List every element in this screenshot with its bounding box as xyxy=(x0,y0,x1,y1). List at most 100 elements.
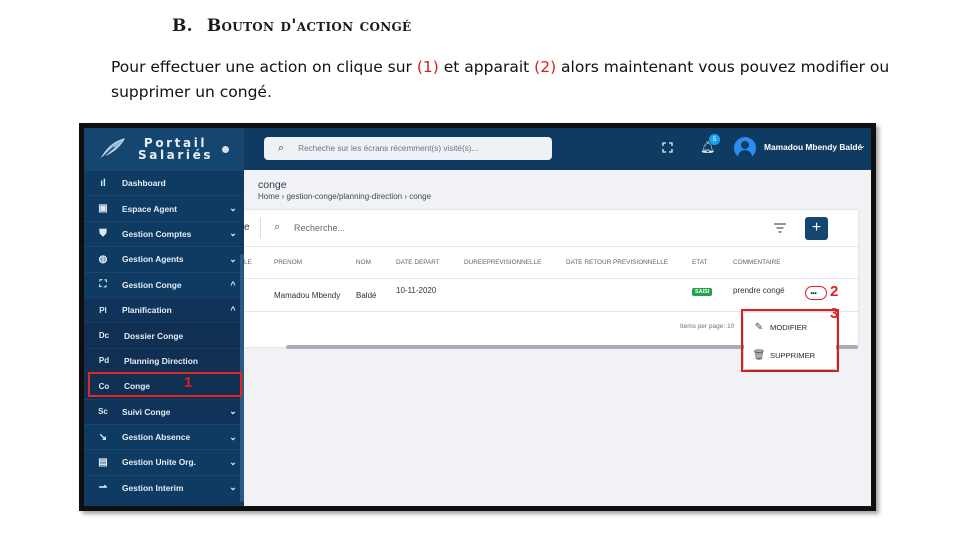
fullscreen-icon[interactable] xyxy=(662,142,673,153)
chevron-down-icon[interactable]: ⌄ xyxy=(859,141,866,150)
section-title: Bouton d'action congé xyxy=(206,16,412,36)
feather-icon xyxy=(100,138,126,160)
sidebar-item-espace-agent[interactable]: ▣ Espace Agent ⌄ xyxy=(84,195,244,220)
expand-icon: ⛶ xyxy=(99,279,107,291)
sidebar-item-label: Dashboard xyxy=(122,178,166,189)
planning-abbr: Pd xyxy=(98,356,110,366)
toolbar-edge-text: e xyxy=(244,222,250,233)
row-action-menu: ✎ MODIFIER 🗑 SUPPRIMER xyxy=(744,313,836,369)
breadcrumb-home[interactable]: Home xyxy=(258,192,279,201)
sidebar-item-suivi-conge[interactable]: Sc Suivi Conge ⌄ xyxy=(84,398,244,424)
sidebar-item-label: Gestion Conge xyxy=(122,279,182,290)
building-icon: ▤ xyxy=(98,456,108,468)
brand-line-2: Salariés xyxy=(138,148,214,162)
sidebar-item-gestion-absence[interactable]: ↘ Gestion Absence ⌄ xyxy=(84,423,244,449)
sidebar-item-dashboard[interactable]: ıl Dashboard xyxy=(84,170,244,195)
global-search-input[interactable]: ⌕ Recheche sur les écrans récemment(s) v… xyxy=(264,137,552,160)
callout-label-3: 3 xyxy=(830,305,839,322)
sidebar-item-gestion-comptes[interactable]: ⛊ Gestion Comptes ⌄ xyxy=(84,220,244,246)
cell-commentaire: prendre congé xyxy=(733,286,785,295)
brand-title: Portail Salariés xyxy=(138,137,213,161)
trend-down-icon: ↘ xyxy=(98,431,108,443)
sidebar-item-gestion-conge[interactable]: ⛶ Gestion Conge ^ xyxy=(84,271,244,297)
face-icon: ◍ xyxy=(98,253,108,265)
bar-chart-icon: ıl xyxy=(100,177,106,189)
sidebar-item-label: Espace Agent xyxy=(122,203,178,214)
table-search-input[interactable]: Recherche... xyxy=(294,223,345,233)
chevron-down-icon: ⌄ xyxy=(229,203,237,214)
sidebar-item-label: Suivi Conge xyxy=(122,406,171,417)
callout-label-2: 2 xyxy=(830,283,839,300)
cell-date-depart: 10-11-2020 xyxy=(396,286,437,295)
intro-ref-2: (2) xyxy=(534,58,557,76)
sidebar-item-label: Planning Direction xyxy=(124,355,198,366)
top-bar: ⌕ Recheche sur les écrans récemment(s) v… xyxy=(244,128,871,170)
avatar-body xyxy=(738,150,752,159)
suivi-abbr: Sc xyxy=(98,407,108,417)
sidebar-item-label: Gestion Comptes xyxy=(122,228,192,239)
sidebar-item-gestion-interim[interactable]: ⇀ Gestion Interim ⌄ xyxy=(84,474,244,500)
menu-item-modifier[interactable]: ✎ MODIFIER xyxy=(744,313,836,341)
menu-item-label: MODIFIER xyxy=(770,322,808,332)
intro-text-1: Pour effectuer une action on clique sur xyxy=(111,58,417,76)
menu-item-label: SUPPRIMER xyxy=(770,350,816,360)
column-header-date-depart[interactable]: DATE DEPART xyxy=(396,259,440,266)
id-card-icon: ▣ xyxy=(98,203,108,215)
sidebar-item-gestion-unite-org[interactable]: ▤ Gestion Unite Org. ⌄ xyxy=(84,449,244,474)
toolbar-divider xyxy=(260,218,261,238)
trash-icon: 🗑 xyxy=(752,349,766,361)
user-name[interactable]: Mamadou Mbendy Baldé xyxy=(764,142,862,152)
search-icon: ⌕ xyxy=(278,142,285,154)
sidebar-item-dossier-conge[interactable]: Dc Dossier Conge xyxy=(84,322,244,348)
sidebar-toggle-dot[interactable] xyxy=(222,146,229,153)
breadcrumb-planning[interactable]: gestion-conge/planning-direction xyxy=(286,192,402,201)
sidebar-item-planification[interactable]: Pl Planification ^ xyxy=(84,296,244,323)
planification-abbr: Pl xyxy=(99,305,107,315)
column-header-commentaire[interactable]: COMMENTAIRE xyxy=(733,259,780,266)
cell-prenom: Mamadou Mbendy xyxy=(274,291,341,300)
chevron-down-icon: ⌄ xyxy=(229,228,237,239)
swap-icon: ⇀ xyxy=(98,482,108,494)
status-badge: SAISI xyxy=(692,288,713,296)
column-header-date-retour[interactable]: DATE RETOUR PREVISIONNELLE xyxy=(566,259,668,266)
sidebar-item-planning-direction[interactable]: Pd Planning Direction xyxy=(84,347,244,374)
sidebar-item-gestion-agents[interactable]: ◍ Gestion Agents ⌄ xyxy=(84,246,244,271)
dossier-abbr: Dc xyxy=(98,331,110,341)
brand-header[interactable]: Portail Salariés xyxy=(84,128,244,170)
sidebar-item-label: Gestion Agents xyxy=(122,254,184,265)
sidebar-item-label: Gestion Interim xyxy=(122,482,184,493)
column-header-prenom[interactable]: PRENOM xyxy=(274,259,302,266)
avatar[interactable] xyxy=(734,137,756,159)
add-button[interactable]: + xyxy=(805,217,828,240)
page-title: conge xyxy=(258,179,287,191)
column-header[interactable]: LE xyxy=(244,259,252,266)
cell-nom: Baldé xyxy=(356,291,377,300)
notification-badge: 5 xyxy=(709,134,720,145)
table-toolbar: e ⌕ Recherche... + xyxy=(244,210,858,247)
sidebar: Portail Salariés ıl Dashboard ▣ Espace A… xyxy=(84,128,244,506)
table-row[interactable]: Mamadou Mbendy Baldé 10-11-2020 SAISI pr… xyxy=(244,279,858,312)
sidebar-item-label: Dossier Conge xyxy=(124,330,184,341)
callout-label-1: 1 xyxy=(184,374,193,391)
sidebar-item-label: Gestion Absence xyxy=(122,432,191,443)
table-header: LE PRENOM NOM DATE DEPART DUREEPREVISION… xyxy=(244,247,858,279)
pencil-icon: ✎ xyxy=(754,321,764,333)
filter-icon[interactable] xyxy=(774,223,786,233)
section-heading: B. Bouton d'action congé xyxy=(172,16,411,36)
global-search-placeholder: Recheche sur les écrans récemment(s) vis… xyxy=(298,144,479,153)
avatar-head xyxy=(741,141,749,149)
section-number: B. xyxy=(172,16,193,36)
shield-icon: ⛊ xyxy=(99,228,107,240)
breadcrumb: Home › gestion-conge/planning-direction … xyxy=(258,192,431,201)
app-screenshot: Portail Salariés ıl Dashboard ▣ Espace A… xyxy=(79,123,876,511)
callout-ring-2 xyxy=(805,286,827,300)
column-header-duree[interactable]: DUREEPREVISIONNELLE xyxy=(464,259,541,266)
intro-paragraph: Pour effectuer une action on clique sur … xyxy=(111,55,911,105)
main-content: conge Home › gestion-conge/planning-dire… xyxy=(244,170,871,506)
breadcrumb-conge: conge xyxy=(409,192,432,201)
sidebar-item-label: Planification xyxy=(122,305,172,316)
pagination-label: Items per page: 10 xyxy=(680,323,735,330)
menu-item-supprimer[interactable]: 🗑 SUPPRIMER xyxy=(744,341,836,369)
column-header-nom[interactable]: NOM xyxy=(356,259,371,266)
column-header-etat[interactable]: ETAT xyxy=(692,259,707,266)
